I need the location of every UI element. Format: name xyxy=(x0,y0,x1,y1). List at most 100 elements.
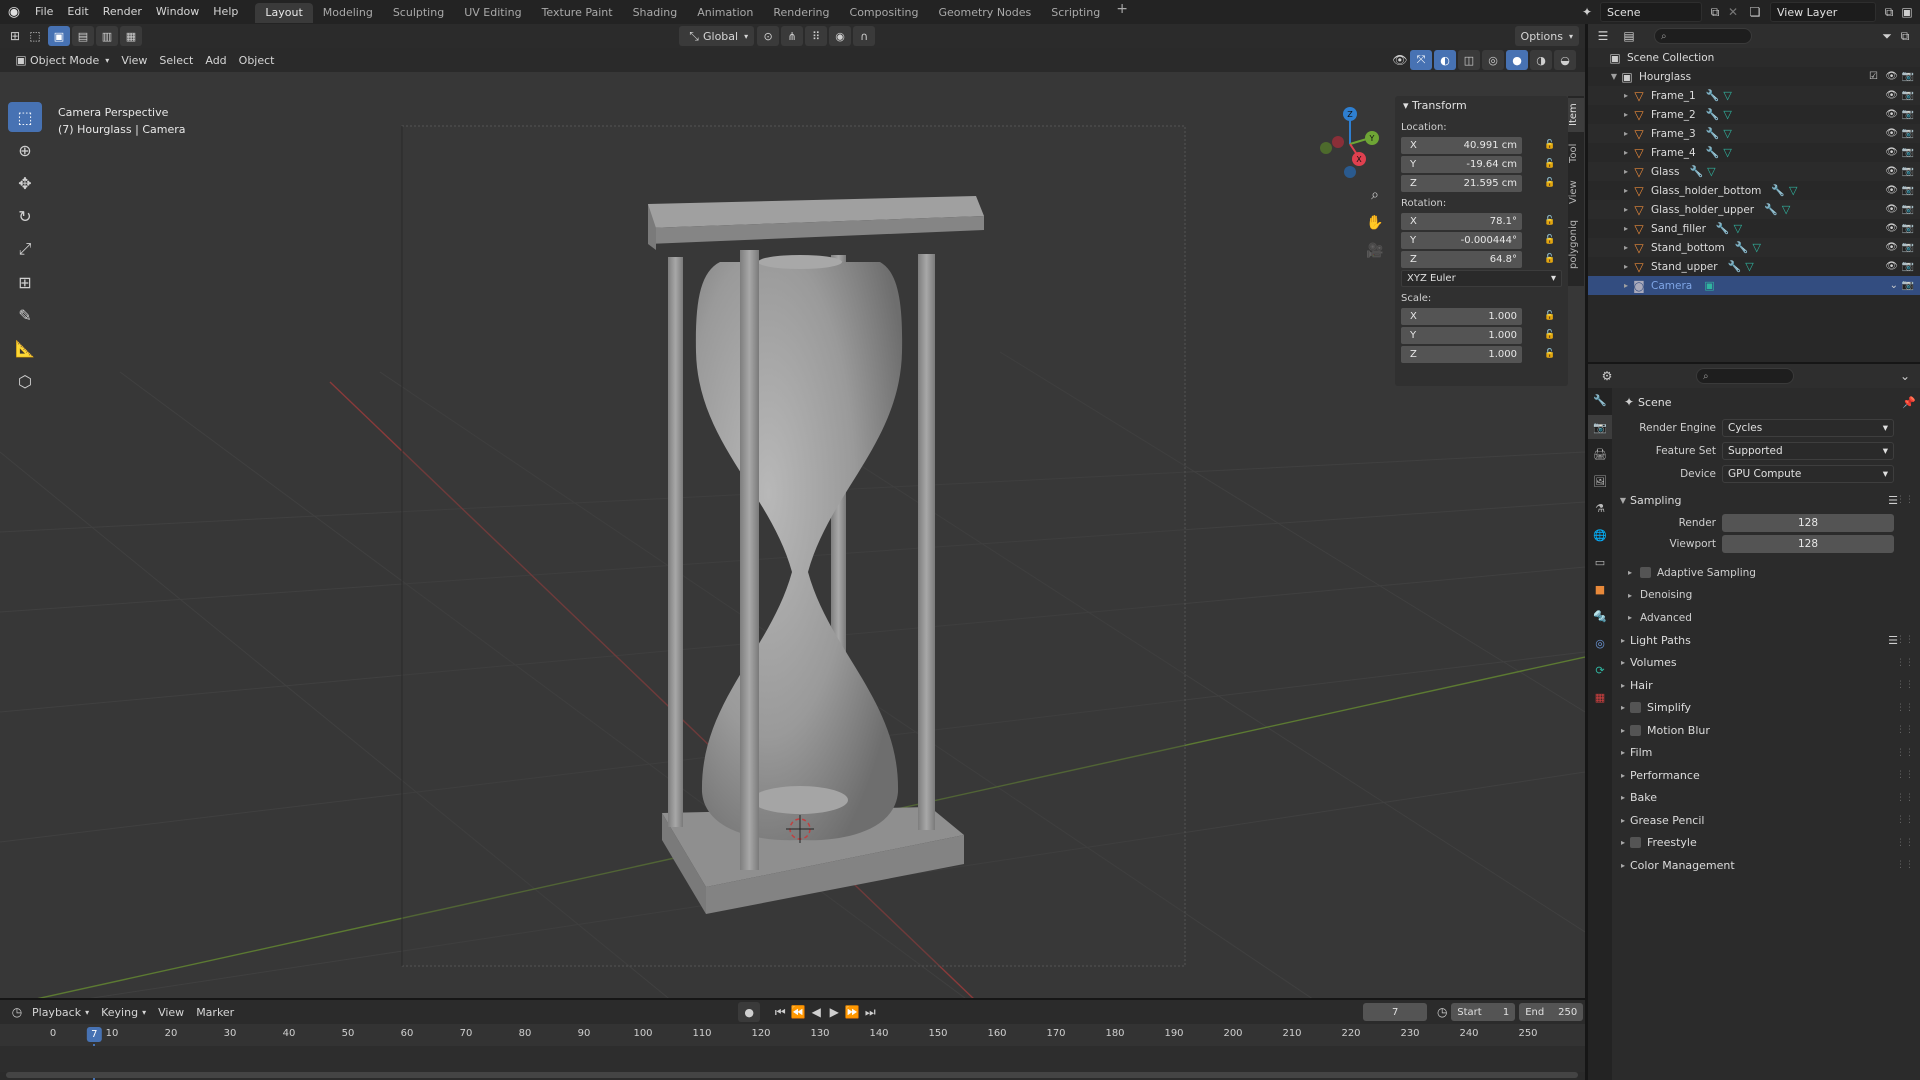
menu-timeline-view[interactable]: View xyxy=(152,1002,190,1022)
outliner-camera-row[interactable]: ▸ ◙ Camera ▣ ⌄ 📷 xyxy=(1588,276,1920,295)
eye-icon[interactable]: 👁 xyxy=(1885,90,1898,101)
mesh-data-icon[interactable]: ▽ xyxy=(1723,89,1731,102)
drag-grip-icon[interactable]: ⋮⋮ xyxy=(1896,495,1914,505)
solid-shading-icon[interactable]: ● xyxy=(1506,50,1528,70)
play-reverse-icon[interactable]: ◀ xyxy=(807,1003,825,1021)
play-icon[interactable]: ▶ xyxy=(825,1003,843,1021)
area-divider[interactable] xyxy=(1585,24,1588,1080)
properties-section-header[interactable]: ▸ Light Paths ☰ ⋮⋮ xyxy=(1616,629,1916,652)
add-cube-tool-icon[interactable]: ⬡ xyxy=(8,366,42,396)
outliner-search-input[interactable]: ⌕ xyxy=(1654,28,1752,44)
tab-compositing[interactable]: Compositing xyxy=(840,3,929,23)
transform-orientation-dropdown[interactable]: ⤡ Global ▾ xyxy=(679,26,755,46)
tab-animation[interactable]: Animation xyxy=(687,3,763,23)
expand-arrow-icon[interactable]: ▸ xyxy=(1620,148,1632,157)
expand-arrow-icon[interactable]: ▸ xyxy=(1620,262,1632,271)
eye-icon[interactable]: 👁 xyxy=(1885,147,1898,158)
select-mode-extend-icon[interactable]: ▤ xyxy=(72,26,94,46)
menu-window[interactable]: Window xyxy=(149,0,206,24)
viewport-samples-field[interactable]: 128 xyxy=(1722,535,1894,553)
start-frame-field[interactable]: Start 1 xyxy=(1451,1003,1516,1021)
drag-grip-icon[interactable]: ⋮⋮ xyxy=(1896,815,1914,825)
menu-playback[interactable]: Playback ▾ xyxy=(26,1002,95,1022)
mesh-data-icon[interactable]: ▽ xyxy=(1752,241,1760,254)
menu-help[interactable]: Help xyxy=(206,0,245,24)
select-mode-intersect-icon[interactable]: ▦ xyxy=(120,26,142,46)
camera-visibility-icon[interactable]: 📷 xyxy=(1902,109,1914,120)
modifiers-tab-icon[interactable]: 🔩 xyxy=(1588,604,1612,628)
editor-type-icon[interactable]: ⊞ xyxy=(6,27,24,45)
properties-section-header[interactable]: ▸ Film ⋮⋮ xyxy=(1616,742,1916,765)
annotate-tool-icon[interactable]: ✎ xyxy=(8,300,42,330)
menu-select[interactable]: Select xyxy=(153,50,199,70)
eye-icon[interactable]: 👁 xyxy=(1885,185,1898,196)
preview-range-icon[interactable]: ◷ xyxy=(1433,1003,1451,1021)
zoom-icon[interactable]: ⌕ xyxy=(1362,182,1388,208)
lock-icon[interactable]: 🔓 xyxy=(1542,235,1558,245)
jump-keyframe-back-icon[interactable]: ⏪ xyxy=(789,1003,807,1021)
pivot-point-icon[interactable]: ⊙ xyxy=(757,26,780,46)
object-mode-dropdown[interactable]: ▣ Object Mode ▾ xyxy=(6,50,115,70)
sampling-panel-header[interactable]: ▼ Sampling ☰ ⋮⋮ xyxy=(1616,489,1916,512)
feature-set-dropdown[interactable]: Supported ▾ xyxy=(1722,441,1894,460)
drag-grip-icon[interactable]: ⋮⋮ xyxy=(1896,635,1914,645)
adaptive-sampling-subpanel[interactable]: ▸ Adaptive Sampling xyxy=(1616,562,1916,585)
lock-icon[interactable]: 🔓 xyxy=(1542,330,1558,340)
outliner-object-row[interactable]: ▸ ▽ Frame_4 🔧 ▽ 👁 📷 xyxy=(1588,143,1920,162)
mesh-data-icon[interactable]: ▽ xyxy=(1707,165,1715,178)
camera-visibility-icon[interactable]: 📷 xyxy=(1902,261,1914,272)
expand-arrow-icon[interactable]: ▸ xyxy=(1620,129,1632,138)
gizmo-neg-x[interactable] xyxy=(1332,136,1344,148)
pan-hand-icon[interactable]: ✋ xyxy=(1362,210,1388,236)
camera-visibility-icon[interactable]: 📷 xyxy=(1902,242,1914,253)
tab-uv-editing[interactable]: UV Editing xyxy=(454,3,531,23)
eye-icon[interactable]: 👁 xyxy=(1885,204,1898,215)
view-layer-selector[interactable]: View Layer xyxy=(1770,2,1876,22)
modifier-wrench-icon[interactable]: 🔧 xyxy=(1706,146,1720,159)
outliner-object-row[interactable]: ▸ ▽ Stand_bottom 🔧 ▽ 👁 📷 xyxy=(1588,238,1920,257)
mesh-data-icon[interactable]: ▽ xyxy=(1723,146,1731,159)
jump-start-icon[interactable]: ⏮ xyxy=(771,1003,789,1021)
object-data-tab-icon[interactable]: ⟳ xyxy=(1588,658,1612,682)
rotation-mode-dropdown[interactable]: XYZ Euler ▾ xyxy=(1401,270,1562,287)
new-collection-icon[interactable]: ⧉ xyxy=(1896,27,1914,45)
advanced-subpanel[interactable]: ▸ Advanced xyxy=(1616,607,1916,630)
texture-tab-icon[interactable]: ▦ xyxy=(1588,685,1612,709)
render-tab-icon[interactable]: 📷 xyxy=(1588,415,1612,439)
drag-grip-icon[interactable]: ⋮⋮ xyxy=(1896,838,1914,848)
modifier-wrench-icon[interactable]: 🔧 xyxy=(1764,203,1778,216)
output-tab-icon[interactable]: 🖨 xyxy=(1588,442,1612,466)
blender-logo-icon[interactable]: ◉ xyxy=(0,4,28,20)
camera-visibility-icon[interactable]: 📷 xyxy=(1902,71,1914,82)
checkbox-icon[interactable]: ☑ xyxy=(1869,71,1878,82)
expand-arrow-icon[interactable]: ▸ xyxy=(1620,205,1632,214)
menu-marker[interactable]: Marker xyxy=(190,1002,240,1022)
tab-layout[interactable]: Layout xyxy=(255,3,313,23)
select-mode-set-icon[interactable]: ▣ xyxy=(48,26,70,46)
scene-icon[interactable]: ✦ xyxy=(1578,3,1596,21)
menu-file[interactable]: File xyxy=(28,0,60,24)
drag-grip-icon[interactable]: ⋮⋮ xyxy=(1896,793,1914,803)
section-enable-checkbox[interactable] xyxy=(1630,837,1641,849)
tool-tab-icon[interactable]: 🔧 xyxy=(1588,388,1612,412)
snap-icon[interactable]: ⋔ xyxy=(781,26,804,46)
timeline-ruler[interactable]: 0 10 20 30 40 50 60 70 80 90 100 110 120 130 140 150 160… xyxy=(0,1024,1585,1080)
expand-arrow-icon[interactable]: ▸ xyxy=(1620,110,1632,119)
mesh-data-icon[interactable]: ▽ xyxy=(1723,108,1731,121)
denoising-subpanel[interactable]: ▸ Denoising xyxy=(1616,584,1916,607)
outliner-object-row[interactable]: ▸ ▽ Glass 🔧 ▽ 👁 📷 xyxy=(1588,162,1920,181)
tab-tool[interactable]: Tool xyxy=(1568,136,1584,170)
new-view-layer-icon[interactable]: ⧉ xyxy=(1880,3,1898,21)
lock-icon[interactable]: 🔓 xyxy=(1542,254,1558,264)
render-engine-dropdown[interactable]: Cycles ▾ xyxy=(1722,418,1894,437)
properties-search-input[interactable]: ⌕ xyxy=(1696,368,1794,384)
device-dropdown[interactable]: GPU Compute ▾ xyxy=(1722,464,1894,483)
properties-section-header[interactable]: ▸ Performance ⋮⋮ xyxy=(1616,764,1916,787)
delete-scene-icon[interactable]: ✕ xyxy=(1724,3,1742,21)
modifier-wrench-icon[interactable]: 🔧 xyxy=(1735,241,1749,254)
visibility-icon[interactable]: 👁 xyxy=(1391,51,1409,69)
options-button[interactable]: Options ▾ xyxy=(1514,26,1579,46)
tab-sculpting[interactable]: Sculpting xyxy=(383,3,454,23)
transform-header[interactable]: ▾ Transform xyxy=(1395,96,1568,116)
menu-keying[interactable]: Keying ▾ xyxy=(95,1002,152,1022)
